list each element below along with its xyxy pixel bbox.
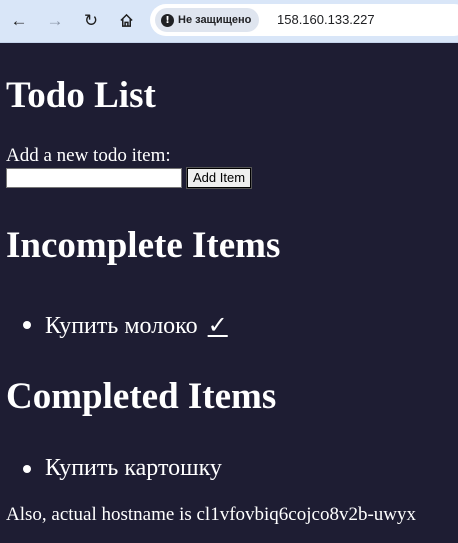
browser-toolbar: ← → ↻ ! Не защищено 158.160.133.227 — [0, 0, 458, 43]
todo-text: Купить картошку — [45, 455, 222, 481]
hostname-text: Also, actual hostname is cl1vfovbiq6cojc… — [6, 504, 417, 525]
incomplete-list: Купить молоко ✓ — [6, 311, 228, 340]
home-icon[interactable] — [113, 7, 139, 33]
address-bar[interactable]: ! Не защищено 158.160.133.227 — [150, 4, 458, 36]
back-icon[interactable]: ← — [6, 7, 32, 33]
list-item: Купить картошку — [6, 455, 222, 482]
add-todo-form: Add a new todo item: Add Item — [6, 145, 253, 189]
completed-heading: Completed Items — [6, 376, 277, 417]
security-chip[interactable]: ! Не защищено — [155, 8, 260, 32]
todo-input[interactable] — [6, 168, 182, 188]
security-label: Не защищено — [178, 14, 252, 26]
page-title: Todo List — [6, 75, 156, 116]
add-item-button[interactable]: Add Item — [185, 167, 253, 189]
completed-list: Купить картошку — [6, 455, 222, 482]
warning-icon: ! — [161, 13, 174, 27]
bullet-icon — [23, 321, 31, 329]
incomplete-heading: Incomplete Items — [6, 225, 281, 266]
reload-icon[interactable]: ↻ — [78, 7, 104, 33]
bullet-icon — [23, 465, 31, 473]
add-todo-label: Add a new todo item: — [6, 145, 171, 166]
todo-text: Купить молоко — [45, 313, 198, 339]
forward-icon[interactable]: → — [42, 7, 68, 33]
complete-link[interactable]: ✓ — [208, 313, 228, 339]
list-item: Купить молоко ✓ — [6, 311, 228, 340]
url-text[interactable]: 158.160.133.227 — [277, 12, 375, 27]
